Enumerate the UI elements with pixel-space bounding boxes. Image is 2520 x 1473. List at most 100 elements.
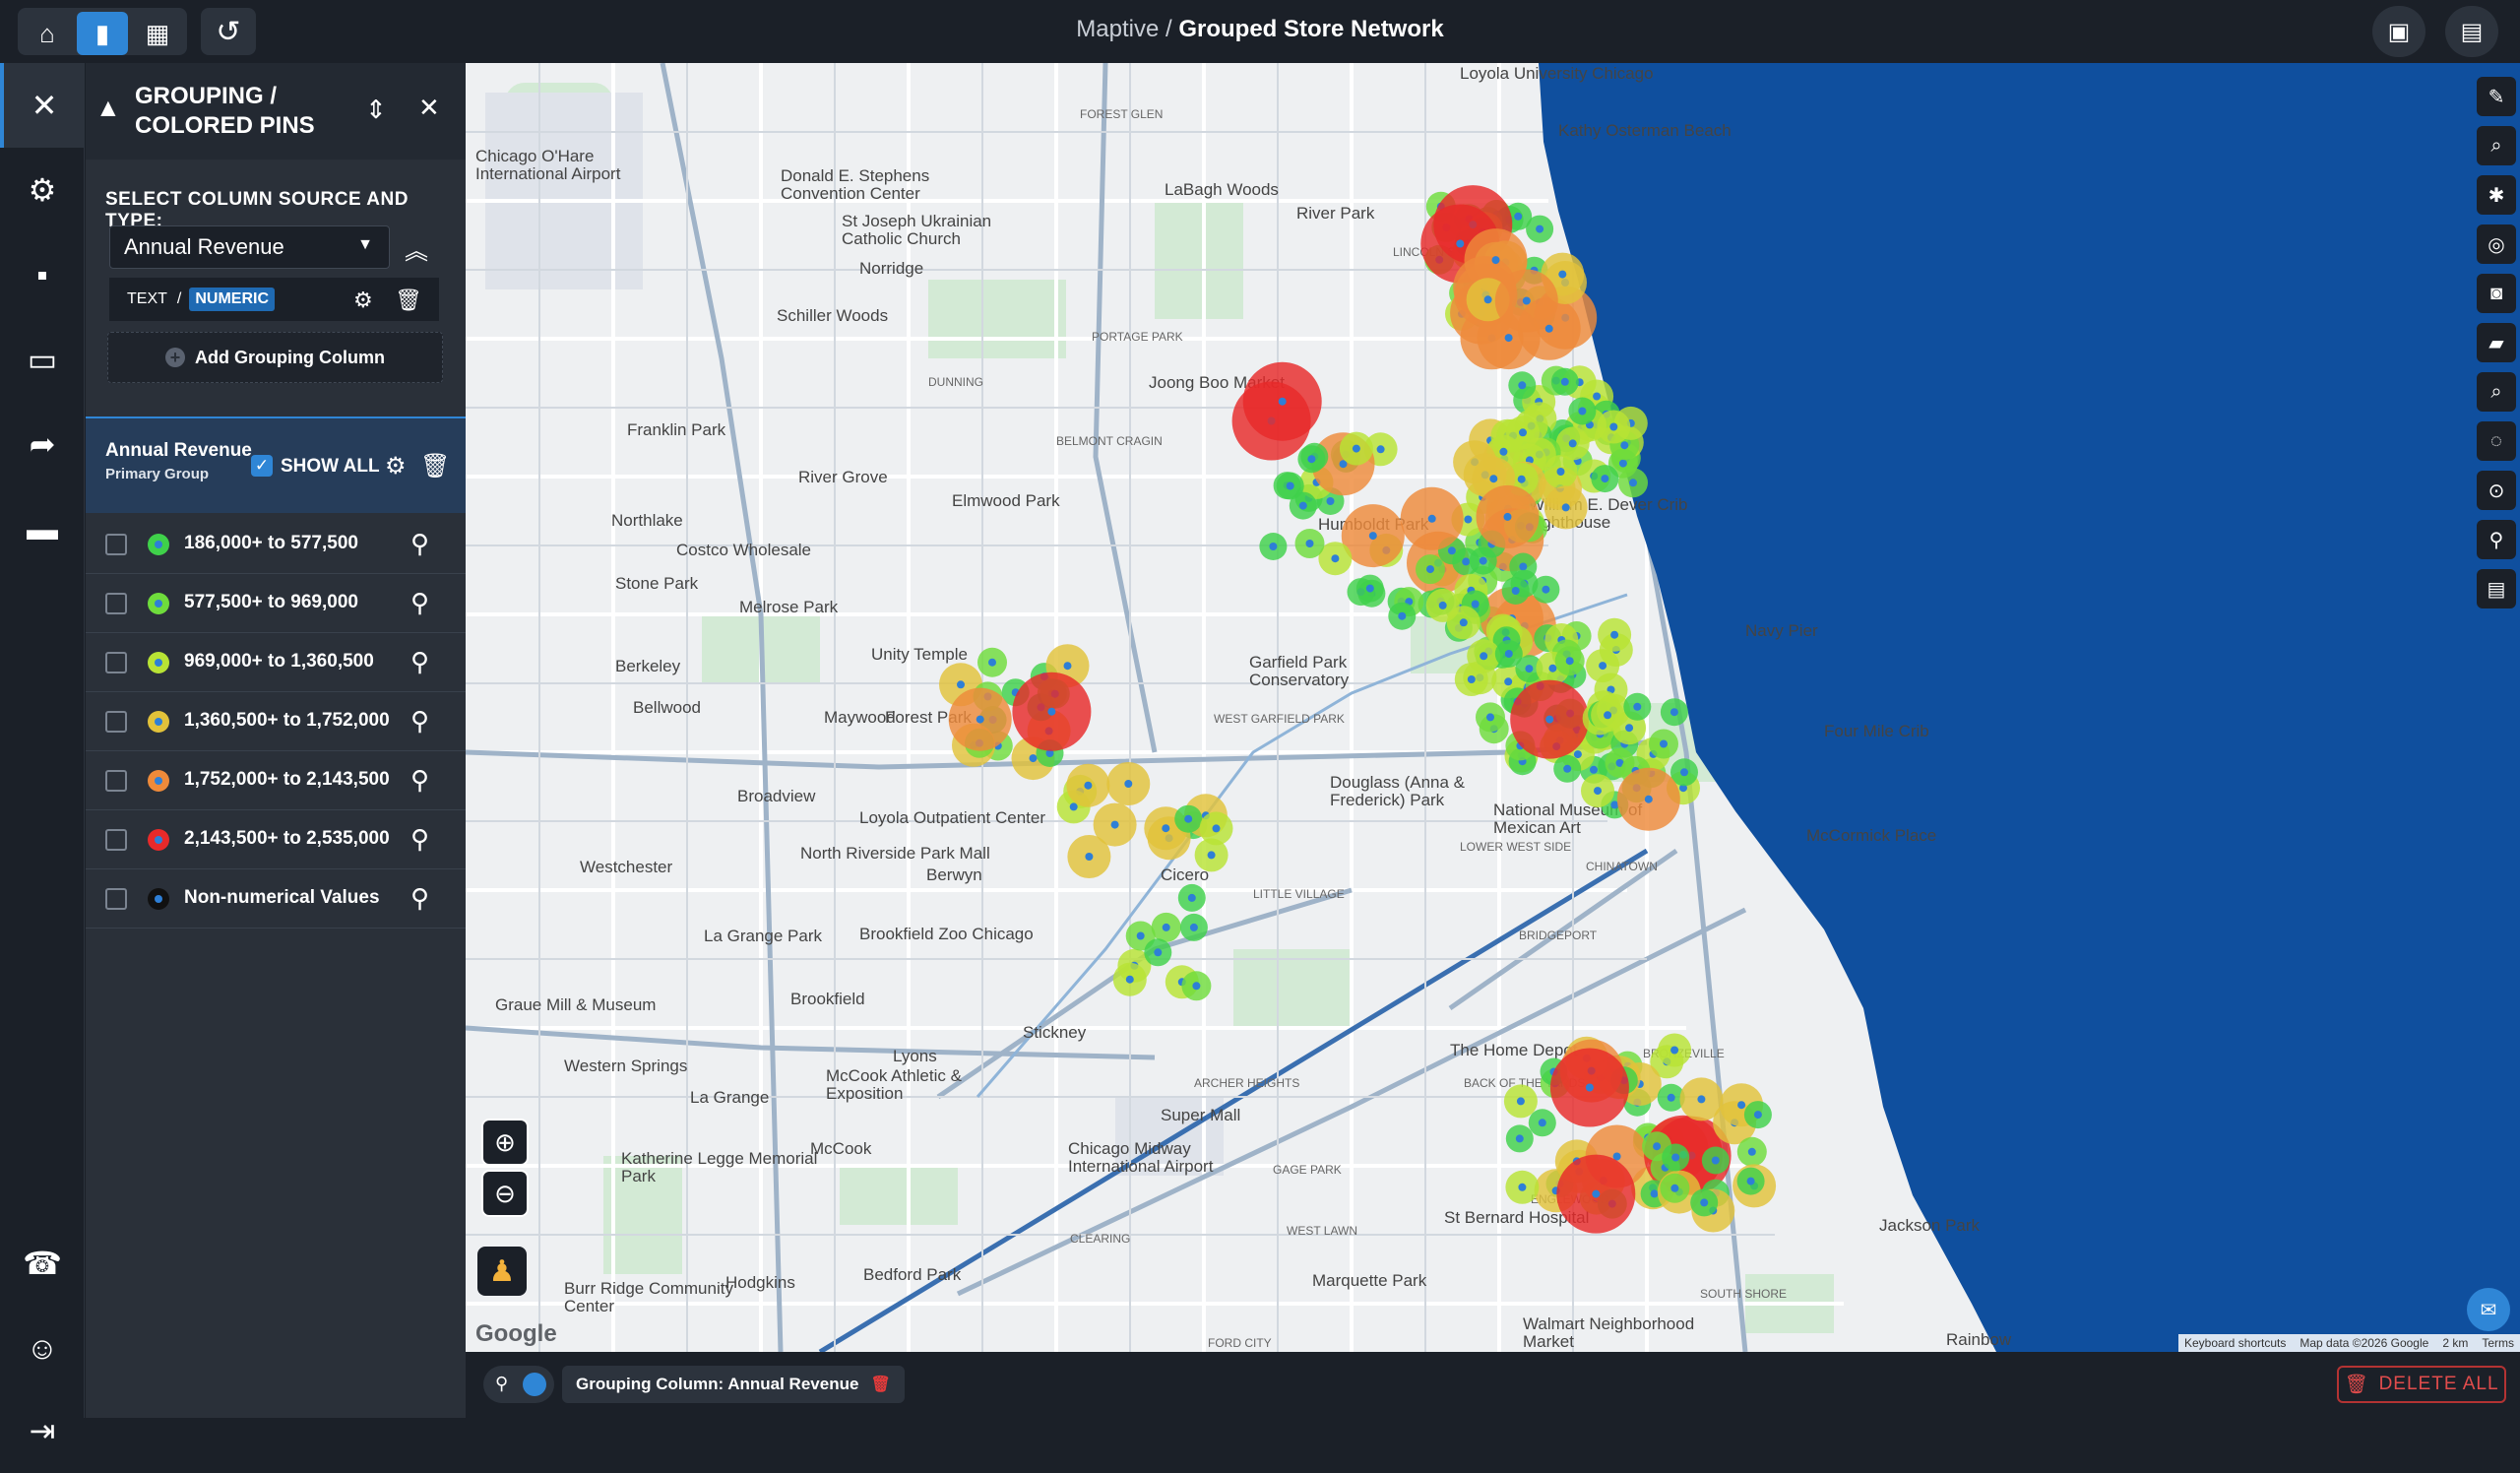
show-all-checkbox[interactable]: ✓ xyxy=(251,455,273,477)
store-pin-center xyxy=(1593,392,1602,401)
map-settings-button[interactable]: ▤ xyxy=(2445,6,2498,57)
gear-icon[interactable]: ⚙ xyxy=(353,288,373,313)
panel-title-line1: GROUPING / xyxy=(135,83,278,109)
legend-checkbox[interactable] xyxy=(105,534,127,555)
locate-tool-button[interactable]: ◎ xyxy=(2477,224,2516,264)
collapse-button[interactable]: ︽ xyxy=(397,228,436,268)
legend-row: 2,143,500+ to 2,535,000 ⚲ xyxy=(86,810,466,869)
store-pin-center xyxy=(1365,584,1374,593)
close-icon[interactable]: ✕ xyxy=(418,93,440,123)
presentation-button[interactable]: ▭ xyxy=(0,317,85,402)
legend-label: 969,000+ to 1,360,500 xyxy=(184,651,374,672)
legend-color-swatch xyxy=(148,829,169,851)
legend-checkbox[interactable] xyxy=(105,829,127,851)
key-tool-button[interactable]: ✎ xyxy=(2477,77,2516,116)
store-pin-center xyxy=(1697,1095,1706,1104)
zoom-out-button[interactable]: ⊖ xyxy=(481,1170,529,1217)
legend-color-swatch xyxy=(148,534,169,555)
chat-button[interactable]: ✉ xyxy=(2467,1288,2510,1331)
legend-checkbox[interactable] xyxy=(105,593,127,614)
trash-icon[interactable]: 🗑 xyxy=(870,1375,890,1394)
map-settings-icon: ▤ xyxy=(2460,18,2484,45)
location-pin-icon[interactable]: ⚲ xyxy=(410,883,429,914)
store-pin-center xyxy=(1604,711,1612,720)
store-pin-center xyxy=(1594,787,1602,796)
location-pin-icon[interactable]: ⚲ xyxy=(410,824,429,855)
ruler-tool-button[interactable]: ▰ xyxy=(2477,323,2516,362)
grouping-chip-label: Grouping Column: Annual Revenue xyxy=(576,1375,859,1393)
gallery-button[interactable]: ▣ xyxy=(2372,6,2426,57)
store-pin-center xyxy=(1459,618,1468,627)
trash-icon[interactable]: 🗑 xyxy=(420,452,450,480)
legend-checkbox[interactable] xyxy=(105,711,127,733)
store-pin-center xyxy=(1162,923,1170,931)
store-pin-center xyxy=(1184,814,1193,823)
panel-title: GROUPING / COLORED PINS xyxy=(135,82,332,141)
column-dropdown[interactable]: Annual Revenue ▼ xyxy=(109,225,390,269)
pins-toggle[interactable]: ⚲ xyxy=(483,1366,554,1403)
camera-tool-button[interactable]: ◙ xyxy=(2477,274,2516,313)
location-pin-icon[interactable]: ⚲ xyxy=(410,706,429,736)
pegman-icon: ♟ xyxy=(488,1254,516,1288)
legend-checkbox[interactable] xyxy=(105,652,127,673)
store-pin-center xyxy=(1650,1189,1659,1198)
street-view-button[interactable]: ♟ xyxy=(477,1247,527,1296)
gear-icon[interactable]: ⚙ xyxy=(385,452,407,480)
tools-button[interactable]: ✕ xyxy=(0,63,85,148)
add-grouping-column-button[interactable]: + Add Grouping Column xyxy=(107,332,443,383)
legend-checkbox[interactable] xyxy=(105,888,127,910)
radius-tool-button[interactable]: ⊙ xyxy=(2477,471,2516,510)
scale-label[interactable]: 2 km xyxy=(2442,1336,2468,1350)
support-button[interactable]: ☎ xyxy=(0,1221,85,1306)
map-canvas[interactable]: Loyola University Chicago Kathy Osterman … xyxy=(466,63,2520,1352)
store-pin-center xyxy=(1667,1093,1675,1102)
store-pin-center xyxy=(1499,447,1508,456)
plus-icon: + xyxy=(165,348,186,367)
presentation-icon: ▭ xyxy=(27,342,58,377)
zoom-in-button[interactable]: ⊕ xyxy=(481,1119,529,1166)
legend-label: 2,143,500+ to 2,535,000 xyxy=(184,828,390,849)
settings-button[interactable]: ⚙ xyxy=(0,148,85,232)
reorder-icon[interactable]: ⇕ xyxy=(365,95,387,125)
store-pin-center xyxy=(1556,468,1565,476)
location-pin-icon[interactable]: ⚲ xyxy=(410,529,429,559)
store-pin-center xyxy=(1029,754,1038,763)
search-tool-button[interactable]: ⌕ xyxy=(2477,126,2516,165)
save-button[interactable]: ▪ xyxy=(0,232,85,317)
location-pin-icon[interactable]: ⚲ xyxy=(410,647,429,677)
store-pin-center xyxy=(1670,708,1678,717)
location-pin-icon[interactable]: ⚲ xyxy=(410,588,429,618)
delete-all-button[interactable]: 🗑 DELETE ALL xyxy=(2337,1366,2506,1403)
bottom-bar: ⚲ Grouping Column: Annual Revenue 🗑 🗑 DE… xyxy=(466,1352,2520,1418)
trash-icon[interactable]: 🗑 xyxy=(395,288,422,313)
store-pin-center xyxy=(1427,514,1436,523)
camera-icon: ◙ xyxy=(2489,282,2503,304)
revenue-pins-layer[interactable] xyxy=(466,63,2520,1352)
zoom-search-tool-button[interactable]: ⌕ xyxy=(2477,372,2516,412)
keyboard-shortcuts-link[interactable]: Keyboard shortcuts xyxy=(2184,1336,2286,1350)
store-pin-center xyxy=(1154,948,1163,957)
store-pin-center xyxy=(1517,475,1526,483)
terms-link[interactable]: Terms xyxy=(2482,1336,2514,1350)
zoom-in-icon: ⊕ xyxy=(494,1126,516,1157)
store-pin-center xyxy=(1486,713,1494,722)
top-bar: ⌂ ▮ ▦ ↺ Maptive / Grouped Store Network … xyxy=(0,0,2520,63)
type-numeric-option[interactable]: NUMERIC xyxy=(189,288,276,311)
billing-button[interactable]: ▬ xyxy=(0,486,85,571)
pin-tool-button[interactable]: ⚲ xyxy=(2477,520,2516,559)
legend-checkbox[interactable] xyxy=(105,770,127,792)
show-all-label: SHOW ALL xyxy=(281,456,380,477)
grouping-panel: ▲ GROUPING / COLORED PINS ⇕ ✕ SELECT COL… xyxy=(86,63,466,1418)
lasso-tool-button[interactable]: ◌ xyxy=(2477,421,2516,461)
type-text-option[interactable]: TEXT xyxy=(127,290,167,308)
map-name: Grouped Store Network xyxy=(1178,16,1444,42)
location-pin-icon[interactable]: ⚲ xyxy=(410,765,429,796)
account-button[interactable]: ☺ xyxy=(0,1306,85,1390)
store-pin-center xyxy=(1700,1198,1709,1207)
tools-tool-button[interactable]: ✱ xyxy=(2477,175,2516,215)
report-tool-button[interactable]: ▤ xyxy=(2477,569,2516,608)
grouping-column-chip[interactable]: Grouping Column: Annual Revenue 🗑 xyxy=(562,1366,905,1403)
share-button[interactable]: ➦ xyxy=(0,402,85,486)
store-pin-center xyxy=(1516,1097,1525,1106)
logout-button[interactable]: ⇥ xyxy=(0,1388,85,1473)
